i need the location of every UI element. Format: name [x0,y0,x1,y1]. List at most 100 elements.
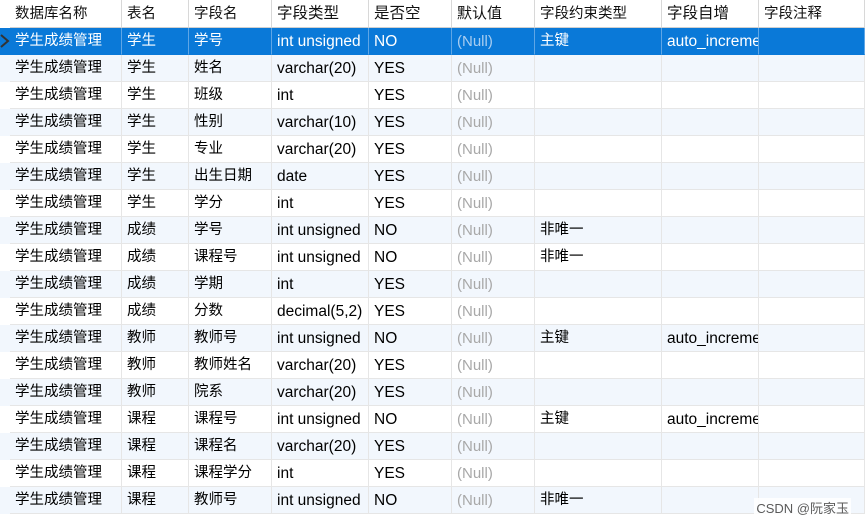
table-row[interactable]: 学生成绩管理 课程 课程学分 int YES (Null) [0,460,865,487]
cell-field-type[interactable]: date [272,163,369,190]
cell-default[interactable]: (Null) [452,190,535,217]
table-row[interactable]: 学生成绩管理 课程 教师号 int unsigned NO (Null) 非唯一 [0,487,865,514]
cell-comment[interactable] [759,325,865,352]
table-row[interactable]: 学生成绩管理 学生 姓名 varchar(20) YES (Null) [0,55,865,82]
cell-constraint[interactable]: 非唯一 [535,217,662,244]
cell-auto-increment[interactable]: auto_increme [662,406,759,433]
cell-field-type[interactable]: int unsigned [272,244,369,271]
table-row[interactable]: 学生成绩管理 教师 教师姓名 varchar(20) YES (Null) [0,352,865,379]
cell-database[interactable]: 学生成绩管理 [10,487,122,514]
cell-database[interactable]: 学生成绩管理 [10,163,122,190]
cell-comment[interactable] [759,244,865,271]
cell-database[interactable]: 学生成绩管理 [10,298,122,325]
cell-field-name[interactable]: 教师姓名 [189,352,272,379]
cell-database[interactable]: 学生成绩管理 [10,82,122,109]
cell-comment[interactable] [759,28,865,55]
cell-table[interactable]: 学生 [122,190,189,217]
cell-auto-increment[interactable] [662,163,759,190]
cell-default[interactable]: (Null) [452,379,535,406]
cell-field-name[interactable]: 课程名 [189,433,272,460]
cell-default[interactable]: (Null) [452,55,535,82]
cell-database[interactable]: 学生成绩管理 [10,379,122,406]
table-row[interactable]: 学生成绩管理 成绩 学号 int unsigned NO (Null) 非唯一 [0,217,865,244]
cell-auto-increment[interactable]: auto_increme [662,325,759,352]
cell-database[interactable]: 学生成绩管理 [10,325,122,352]
cell-comment[interactable] [759,433,865,460]
cell-field-name[interactable]: 院系 [189,379,272,406]
cell-auto-increment[interactable] [662,271,759,298]
cell-comment[interactable] [759,298,865,325]
column-header-nullable[interactable]: 是否空 [369,0,452,28]
cell-nullable[interactable]: YES [369,55,452,82]
cell-field-name[interactable]: 专业 [189,136,272,163]
cell-field-name[interactable]: 教师号 [189,325,272,352]
table-row[interactable]: 学生成绩管理 教师 教师号 int unsigned NO (Null) 主键 auto_in… [0,325,865,352]
cell-constraint[interactable] [535,460,662,487]
cell-default[interactable]: (Null) [452,82,535,109]
cell-database[interactable]: 学生成绩管理 [10,433,122,460]
table-row[interactable]: 学生成绩管理 成绩 学期 int YES (Null) [0,271,865,298]
cell-default[interactable]: (Null) [452,433,535,460]
cell-table[interactable]: 教师 [122,325,189,352]
cell-table[interactable]: 成绩 [122,298,189,325]
cell-nullable[interactable]: YES [369,109,452,136]
cell-field-type[interactable]: int [272,271,369,298]
cell-auto-increment[interactable] [662,217,759,244]
column-header-constraint[interactable]: 字段约束类型 [535,0,662,28]
cell-auto-increment[interactable] [662,190,759,217]
cell-constraint[interactable]: 非唯一 [535,244,662,271]
cell-comment[interactable] [759,136,865,163]
cell-field-name[interactable]: 学号 [189,217,272,244]
cell-table[interactable]: 课程 [122,406,189,433]
cell-database[interactable]: 学生成绩管理 [10,460,122,487]
cell-nullable[interactable]: YES [369,298,452,325]
cell-field-type[interactable]: varchar(20) [272,136,369,163]
cell-auto-increment[interactable] [662,136,759,163]
cell-table[interactable]: 学生 [122,136,189,163]
cell-table[interactable]: 学生 [122,82,189,109]
cell-field-name[interactable]: 课程号 [189,406,272,433]
cell-database[interactable]: 学生成绩管理 [10,190,122,217]
cell-table[interactable]: 学生 [122,109,189,136]
cell-nullable[interactable]: YES [369,271,452,298]
table-row[interactable]: 学生成绩管理 课程 课程号 int unsigned NO (Null) 主键 auto_in… [0,406,865,433]
cell-auto-increment[interactable] [662,352,759,379]
cell-comment[interactable] [759,109,865,136]
cell-field-name[interactable]: 课程学分 [189,460,272,487]
cell-field-type[interactable]: int [272,460,369,487]
cell-default[interactable]: (Null) [452,406,535,433]
cell-comment[interactable] [759,217,865,244]
cell-comment[interactable] [759,460,865,487]
column-header-field-type[interactable]: 字段类型 [272,0,369,28]
cell-field-type[interactable]: varchar(20) [272,352,369,379]
cell-field-name[interactable]: 姓名 [189,55,272,82]
cell-field-name[interactable]: 性别 [189,109,272,136]
cell-default[interactable]: (Null) [452,460,535,487]
cell-field-name[interactable]: 分数 [189,298,272,325]
cell-default[interactable]: (Null) [452,325,535,352]
cell-nullable[interactable]: YES [369,190,452,217]
cell-constraint[interactable] [535,271,662,298]
table-row[interactable]: 学生成绩管理 学生 专业 varchar(20) YES (Null) [0,136,865,163]
table-row[interactable]: 学生成绩管理 教师 院系 varchar(20) YES (Null) [0,379,865,406]
cell-field-type[interactable]: int unsigned [272,217,369,244]
cell-default[interactable]: (Null) [452,298,535,325]
column-header-field-name[interactable]: 字段名 [189,0,272,28]
cell-constraint[interactable]: 主键 [535,406,662,433]
cell-nullable[interactable]: YES [369,433,452,460]
cell-nullable[interactable]: YES [369,379,452,406]
cell-nullable[interactable]: NO [369,28,452,55]
cell-field-type[interactable]: int unsigned [272,487,369,514]
cell-default[interactable]: (Null) [452,244,535,271]
table-row[interactable]: 学生成绩管理 学生 学分 int YES (Null) [0,190,865,217]
cell-nullable[interactable]: NO [369,217,452,244]
cell-nullable[interactable]: YES [369,460,452,487]
cell-table[interactable]: 学生 [122,163,189,190]
cell-comment[interactable] [759,82,865,109]
cell-constraint[interactable] [535,190,662,217]
table-row[interactable]: 学生成绩管理 学生 性别 varchar(10) YES (Null) [0,109,865,136]
cell-database[interactable]: 学生成绩管理 [10,406,122,433]
cell-auto-increment[interactable] [662,82,759,109]
column-header-database[interactable]: 数据库名称 [10,0,122,28]
cell-constraint[interactable]: 非唯一 [535,487,662,514]
